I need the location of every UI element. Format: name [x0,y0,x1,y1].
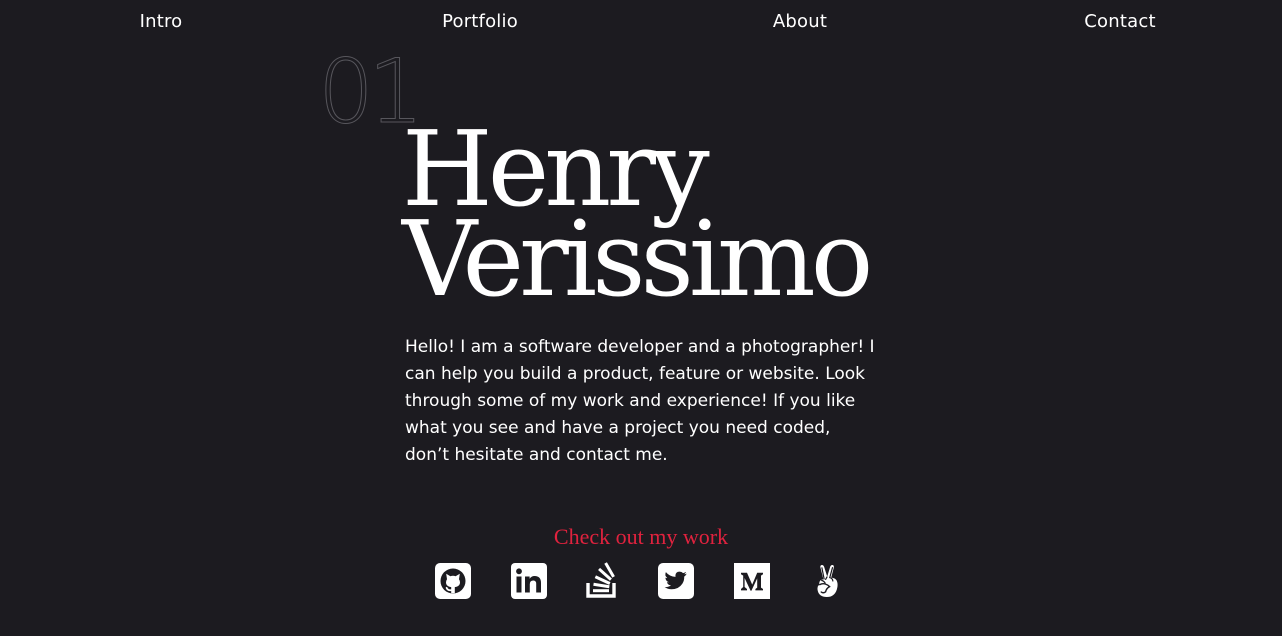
nav-item-portfolio[interactable]: Portfolio [442,11,518,32]
stackoverflow-link[interactable] [583,562,621,600]
social-links [0,562,1282,602]
medium-icon [734,563,770,599]
medium-link[interactable] [733,562,771,600]
hero-name-last: Verissimo [402,198,873,320]
nav-item-intro[interactable]: Intro [140,11,183,32]
stackoverflow-icon [586,562,616,598]
github-icon [435,563,471,599]
angellist-link[interactable] [809,562,847,600]
nav-item-contact[interactable]: Contact [1084,11,1155,32]
angellist-icon [817,564,838,597]
nav-item-about[interactable]: About [773,11,827,32]
hero-name: Henry Verissimo [402,117,873,320]
linkedin-link[interactable] [510,562,548,600]
top-nav: Intro Portfolio About Contact [0,0,1282,44]
twitter-link[interactable] [657,562,695,600]
hero-bio: Hello! I am a software developer and a p… [405,337,875,465]
check-out-work-link[interactable]: Check out my work [0,524,1282,550]
linkedin-icon [511,563,547,599]
github-link[interactable] [434,562,472,600]
twitter-icon [658,563,694,599]
